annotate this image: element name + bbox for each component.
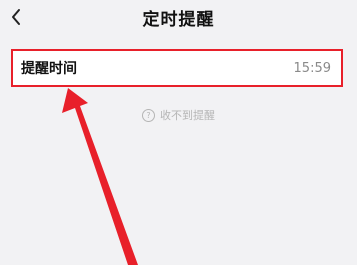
reminder-time-row[interactable]: 提醒时间 15:59: [11, 49, 343, 87]
reminder-time-label: 提醒时间: [21, 61, 77, 77]
page-title: 定时提醒: [142, 10, 215, 30]
question-circle-icon: ?: [142, 108, 155, 122]
not-receiving-reminder-link[interactable]: ? 收不到提醒: [0, 107, 357, 123]
timed-reminder-screen: 定时提醒 提醒时间 15:59 ? 收不到提醒: [0, 0, 357, 265]
red-annotation-arrow: [62, 88, 138, 265]
help-text: 收不到提醒: [160, 109, 215, 122]
reminder-time-value: 15:59: [293, 60, 331, 76]
